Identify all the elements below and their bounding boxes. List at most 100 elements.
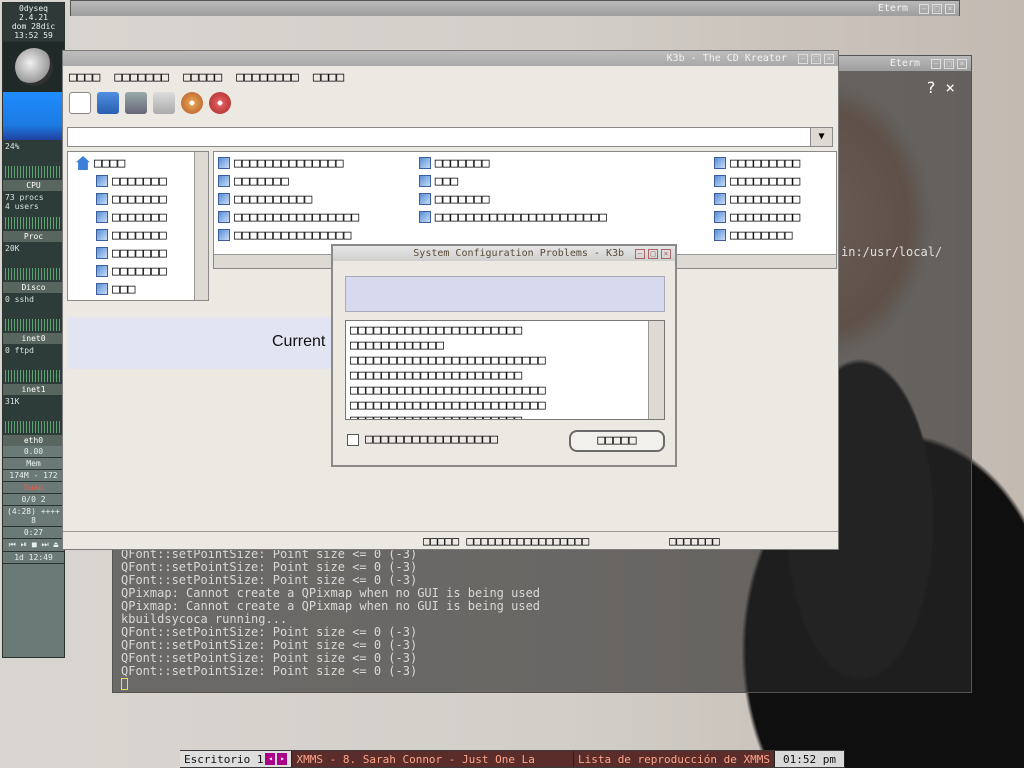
swap-label: Swap (3, 482, 64, 494)
file-item[interactable]: □□□□□□□□□ (713, 172, 832, 190)
tree-item[interactable]: □□□□□□□ (72, 190, 204, 208)
file-item[interactable]: □□□□□□□□ (713, 226, 832, 244)
folder-icon (96, 283, 108, 295)
minimize-icon[interactable]: – (931, 58, 941, 69)
problem-line: □□□□□□□□□□□□□□□□□□□□□□□□□ (350, 398, 546, 413)
tree-item[interactable]: □□□□□□□ (72, 226, 204, 244)
minimize-icon[interactable]: – (798, 53, 808, 64)
tree-item[interactable]: □□□□□□□ (72, 172, 204, 190)
save-icon[interactable] (125, 92, 147, 114)
minimize-icon[interactable]: – (635, 248, 645, 259)
inet0-label: inet0 (3, 333, 64, 344)
terminal-output[interactable]: QFont::setPointSize: Point size <= 0 (-3… (121, 548, 540, 691)
problem-line: □□□□□□□□□□□□□□□□□□□□□□ (350, 413, 660, 419)
problems-textbox[interactable]: □□□□□□□□□□□□□□□□□□□□□□ □□□□□□□□□□□□ □□□□□□… (345, 320, 665, 420)
folder-icon (96, 229, 108, 241)
file-item-label: □□□ (434, 173, 459, 189)
open-folder-icon[interactable] (97, 92, 119, 114)
tree-item-label: □□□□ (94, 155, 126, 171)
problem-line: □□□□□□□□□□□□□□□□□□□□□□ (350, 368, 523, 383)
eterm-top-title: Eterm (877, 3, 908, 14)
maximize-icon[interactable]: □ (811, 53, 821, 64)
dialog-title: System Configuration Problems - K3b (413, 248, 624, 259)
file-item[interactable]: □□□□□□□□□□□□□□□□ (218, 208, 415, 226)
k3b-titlebar[interactable]: K3b - The CD Kreator – □ × (63, 51, 838, 66)
close-icon[interactable]: × (957, 58, 967, 69)
file-item[interactable]: □□□□□□□□□ (713, 154, 832, 172)
file-item[interactable]: □□□□□□□□□□□□□□□□□□□□□□ (418, 208, 710, 226)
checkbox-box[interactable] (347, 433, 359, 446)
file-item-label: □□□□□□□□□□□□□□ (234, 155, 344, 171)
eterm-top-titlebar[interactable]: Eterm – □ × (71, 1, 959, 16)
tree-item[interactable]: □□□ (72, 280, 204, 298)
sshd-graph: 0 sshd (3, 293, 64, 333)
file-icon (418, 211, 431, 223)
tree-item[interactable]: □□□□□□□ (72, 208, 204, 226)
dialog-titlebar[interactable]: System Configuration Problems - K3b – □ … (333, 246, 675, 261)
file-item[interactable]: □□□□□□□□□ (713, 208, 832, 226)
close-icon[interactable]: × (945, 3, 955, 14)
tree-scrollbar[interactable] (194, 152, 208, 300)
close-icon[interactable]: × (945, 78, 955, 97)
status-right-text: □□□□□□□ (669, 533, 720, 548)
menu-item[interactable]: □□□□ (313, 70, 344, 85)
burn-cd-icon[interactable] (181, 92, 203, 114)
system-config-dialog[interactable]: System Configuration Problems - K3b – □ … (331, 244, 677, 467)
file-item-label: □□□□□□□□□□□□□□□ (234, 227, 352, 243)
file-item[interactable]: □□□□□□□ (218, 172, 415, 190)
file-item[interactable]: □□□□□□□ (418, 190, 710, 208)
maximize-icon[interactable]: □ (932, 3, 942, 14)
file-icon (218, 211, 230, 223)
eterm-window-top[interactable]: Eterm – □ × (70, 0, 960, 16)
tree-item[interactable]: □□□□□□□ (72, 244, 204, 262)
desktop-switcher[interactable]: Escritorio 1 ◂ ▸ (180, 751, 293, 767)
file-item[interactable]: □□□□□□□□□□□□□□ (218, 154, 415, 172)
gkrellm-dock: 0dyseq 2.4.21 dom 28dic 13:52 59 24% CPU… (2, 2, 65, 658)
file-item[interactable]: □□□ (418, 172, 710, 190)
task-xmms[interactable]: XMMS - 8. Sarah Connor - Just One La (292, 751, 574, 767)
tree-item-label: □□□□□□□ (112, 209, 167, 225)
maximize-icon[interactable]: □ (944, 58, 954, 69)
problem-line: □□□□□□□□□□□□□□□□□□□□□□□□□ (350, 383, 546, 398)
new-document-icon[interactable] (69, 92, 91, 114)
close-document-icon[interactable] (153, 92, 175, 114)
menu-item[interactable]: □□□□ (69, 70, 100, 85)
folder-tree[interactable]: □□□□ □□□□□□□ □□□□□□□ □□□□□□□ □□□□□□□ □□□□□□□ □… (67, 151, 209, 301)
dont-show-again-checkbox[interactable]: □□□□□□□□□□□□□□□□□ (347, 432, 498, 447)
timer-value: 0:27 (3, 527, 64, 539)
copy-cd-icon[interactable] (209, 92, 231, 114)
uptime-value: 1d 12:49 (3, 552, 64, 564)
close-icon[interactable]: × (661, 248, 671, 259)
chevron-down-icon[interactable]: ▼ (810, 128, 832, 146)
menu-item[interactable]: □□□□□ (183, 70, 222, 85)
file-item[interactable]: □□□□□□□□□ (713, 190, 832, 208)
help-icon[interactable]: ? (926, 78, 936, 97)
status-main-text: □□□□□ □□□□□□□□□□□□□□□□□ (423, 533, 590, 548)
tree-item-label: □□□□□□□ (112, 227, 167, 243)
file-item[interactable]: □□□□□□□ (418, 154, 710, 172)
disk-label: Disco (3, 282, 64, 293)
task-xmms-playlist[interactable]: Lista de reproducción de XMMS (573, 751, 776, 767)
ok-button[interactable]: □□□□□ (569, 430, 665, 452)
file-item-label: □□□□□□□ (434, 155, 490, 171)
tree-item[interactable]: □□□□ (72, 154, 204, 172)
location-combobox[interactable]: ▼ (67, 127, 833, 147)
menu-item[interactable]: □□□□□□□□ (236, 70, 299, 85)
maximize-icon[interactable]: □ (648, 248, 658, 259)
file-icon (418, 193, 431, 205)
xmms-controls[interactable]: ⏮ ⏯ ■ ⏭ ⏏ (3, 539, 64, 552)
problems-scrollbar[interactable] (648, 321, 664, 419)
close-icon[interactable]: × (824, 53, 834, 64)
minimize-icon[interactable]: – (919, 3, 929, 14)
menu-item[interactable]: □□□□□□□ (114, 70, 169, 85)
help-close-icons[interactable]: ? × (926, 78, 955, 97)
file-item[interactable]: □□□□□□□□□□□□□□□ (218, 226, 415, 244)
eth0-value: 0.00 (3, 446, 64, 458)
dialog-banner (345, 276, 665, 312)
file-item[interactable]: □□□□□□□□□□ (218, 190, 415, 208)
battery-status: (4:28) ++++ 8 (3, 506, 64, 527)
folder-icon (96, 265, 108, 277)
terminal-line: QFont::setPointSize: Point size <= 0 (-3… (121, 664, 418, 678)
file-icon (418, 157, 431, 169)
tree-item[interactable]: □□□□□□□ (72, 262, 204, 280)
